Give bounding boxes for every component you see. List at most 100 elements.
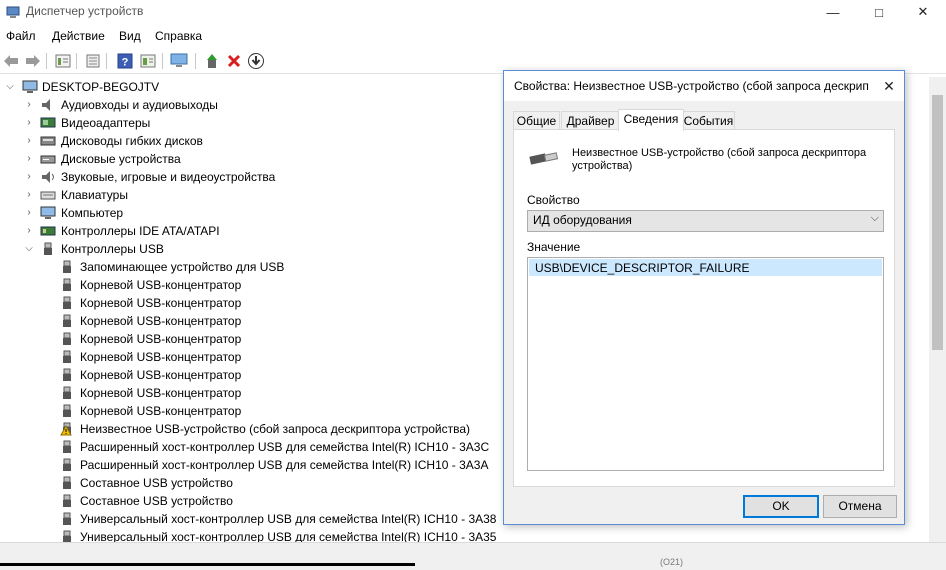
tab-driver[interactable]: Драйвер	[561, 111, 620, 130]
chevron-right-icon[interactable]: ›	[23, 186, 35, 204]
chevron-right-icon[interactable]: ›	[23, 96, 35, 114]
usb-plug-icon	[529, 152, 559, 165]
property-select[interactable]: ИД оборудования ⌵	[527, 210, 884, 232]
device-manager-icon	[6, 6, 20, 18]
help-icon[interactable]: ?	[116, 52, 134, 70]
svg-text:?: ?	[122, 57, 129, 69]
menu-bar: Файл Действие Вид Справка	[0, 26, 946, 46]
menu-view[interactable]: Вид	[119, 29, 141, 43]
tree-category-label: Дисководы гибких дисков	[61, 134, 203, 148]
download-icon[interactable]	[247, 52, 265, 70]
monitor-icon[interactable]	[170, 52, 188, 70]
window-title: Диспетчер устройств	[26, 4, 144, 18]
chevron-down-icon: ⌵	[870, 212, 879, 224]
chevron-down-icon[interactable]: ⌵	[23, 240, 35, 258]
usb-warning-icon	[60, 422, 72, 436]
usb-icon	[63, 458, 71, 471]
tree-device-label: Корневой USB-концентратор	[80, 296, 242, 310]
value-list-item-text: USB\DEVICE_DESCRIPTOR_FAILURE	[535, 261, 750, 275]
usb-icon	[63, 368, 71, 381]
tree-category-label: Звуковые, игровые и видеоустройства	[61, 170, 276, 184]
chevron-right-icon[interactable]: ›	[23, 204, 35, 222]
back-icon[interactable]	[2, 52, 20, 70]
tree-device-label: Корневой USB-концентратор	[80, 314, 242, 328]
chevron-right-icon[interactable]: ›	[23, 222, 35, 240]
menu-file[interactable]: Файл	[6, 29, 36, 43]
update-icon[interactable]	[84, 52, 102, 70]
usb-icon	[63, 530, 71, 542]
usb-icon	[63, 440, 71, 453]
tree-device-label: Неизвестное USB-устройство (сбой запроса…	[80, 422, 471, 436]
uninstall-icon[interactable]	[225, 52, 243, 70]
tree-device-label: Расширенный хост-контроллер USB для семе…	[80, 458, 489, 472]
value-label: Значение	[527, 240, 581, 254]
tree-category-label: Аудиовходы и аудиовыходы	[61, 98, 218, 112]
vertical-scrollbar[interactable]	[929, 77, 946, 542]
usb-icon	[63, 296, 71, 309]
window-titlebar: Диспетчер устройств — □ ✕	[0, 0, 946, 24]
scrollbar-thumb[interactable]	[932, 95, 943, 350]
properties-icon[interactable]	[54, 52, 72, 70]
usb-icon	[63, 332, 71, 345]
usb-icon	[63, 350, 71, 363]
maximize-icon[interactable]: □	[856, 0, 902, 24]
enable-device-icon[interactable]	[203, 52, 221, 70]
chevron-down-icon[interactable]: ⌵	[4, 78, 16, 96]
view-icon[interactable]	[139, 52, 157, 70]
tree-device-label: Корневой USB-концентратор	[80, 386, 242, 400]
usb-icon	[63, 476, 71, 489]
computer-icon	[22, 80, 38, 93]
tree-device-label: Универсальный хост-контроллер USB для се…	[80, 512, 497, 526]
forward-icon[interactable]	[24, 52, 42, 70]
keyboard-icon	[40, 191, 56, 200]
usb-icon	[63, 494, 71, 507]
tab-details[interactable]: Сведения	[618, 109, 684, 131]
disk-icon	[40, 155, 56, 164]
display-adapter-icon	[40, 117, 56, 128]
usb-icon	[63, 314, 71, 327]
tree-category-label: Дисковые устройства	[61, 152, 181, 166]
tree-device[interactable]: Универсальный хост-контроллер USB для се…	[0, 528, 932, 542]
sound-icon	[42, 171, 54, 183]
tree-category-label: Клавиатуры	[61, 188, 128, 202]
tree-category-label: Контроллеры IDE ATA/ATAPI	[61, 224, 220, 238]
properties-dialog: Свойства: Неизвестное USB-устройство (сб…	[503, 70, 905, 525]
menu-help[interactable]: Справка	[155, 29, 202, 43]
usb-icon	[63, 512, 71, 525]
close-icon[interactable]: ✕	[900, 0, 946, 24]
usb-icon	[63, 404, 71, 417]
chevron-right-icon[interactable]: ›	[23, 114, 35, 132]
horizontal-scrollbar[interactable]	[0, 563, 415, 566]
minimize-icon[interactable]: —	[810, 0, 856, 24]
usb-icon	[63, 386, 71, 399]
property-label: Свойство	[527, 193, 580, 207]
ok-button[interactable]: OK	[743, 495, 819, 518]
tree-device-label: Составное USB устройство	[80, 494, 233, 508]
chevron-right-icon[interactable]: ›	[23, 168, 35, 186]
tree-device-label: Корневой USB-концентратор	[80, 404, 242, 418]
value-list[interactable]: USB\DEVICE_DESCRIPTOR_FAILURE	[527, 257, 884, 471]
tree-device-label: Корневой USB-концентратор	[80, 350, 242, 364]
chevron-right-icon[interactable]: ›	[23, 132, 35, 150]
tree-category-label: Видеоадаптеры	[61, 116, 151, 130]
usb-icon	[63, 278, 71, 291]
tab-events[interactable]: События	[682, 111, 735, 130]
menu-action[interactable]: Действие	[52, 29, 105, 43]
status-text: (O21)	[660, 557, 684, 567]
tree-category-label: Компьютер	[61, 206, 124, 220]
cancel-button[interactable]: Отмена	[823, 495, 897, 518]
floppy-icon	[40, 136, 56, 146]
tab-general[interactable]: Общие	[513, 111, 560, 130]
tree-category-label: Контроллеры USB	[61, 242, 164, 256]
tree-device-label: Запоминающее устройство для USB	[80, 260, 285, 274]
property-select-value: ИД оборудования	[533, 213, 632, 227]
tree-device-label: Расширенный хост-контроллер USB для семе…	[80, 440, 490, 454]
tree-device-label: Составное USB устройство	[80, 476, 233, 490]
details-panel: Неизвестное USB-устройство (сбой запроса…	[513, 129, 895, 487]
ide-icon	[40, 226, 56, 236]
usb-icon	[44, 242, 52, 255]
value-list-item[interactable]: USB\DEVICE_DESCRIPTOR_FAILURE	[529, 259, 882, 276]
chevron-right-icon[interactable]: ›	[23, 150, 35, 168]
close-icon[interactable]: ✕	[878, 75, 900, 97]
dialog-title: Свойства: Неизвестное USB-устройство (сб…	[514, 79, 869, 93]
